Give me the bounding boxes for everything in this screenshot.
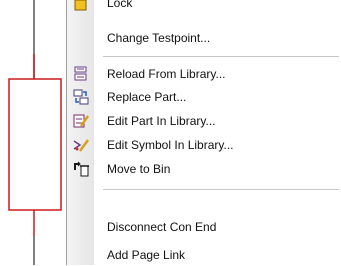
menu-item-reload-from-library[interactable]: Reload From Library... [67, 63, 341, 85]
menu-item-lock[interactable]: Lock [67, 0, 341, 14]
move-to-bin-icon [72, 160, 90, 178]
menu-item-add-page-link[interactable]: Add Page Link [67, 244, 341, 266]
edit-symbol-icon [72, 136, 90, 154]
menu-item-label: Add Page Link [107, 248, 186, 262]
menu-item-label: Lock [107, 0, 133, 10]
context-menu: Lock Change Testpoint... Reload From Lib… [66, 0, 341, 265]
reload-library-icon [72, 65, 90, 83]
menu-separator [103, 189, 339, 191]
edit-part-icon [72, 112, 90, 130]
menu-separator [103, 56, 339, 58]
menu-item-label: Replace Part... [107, 90, 187, 104]
menu-item-label: Edit Symbol In Library... [107, 138, 234, 152]
menu-item-label: Reload From Library... [107, 67, 226, 81]
menu-item-replace-part[interactable]: Replace Part... [67, 86, 341, 108]
menu-item-disconnect-con-end[interactable]: Disconnect Con End [67, 216, 341, 238]
component-body[interactable] [8, 78, 62, 211]
menu-item-edit-part-in-library[interactable]: Edit Part In Library... [67, 110, 341, 132]
menu-item-label: Edit Part In Library... [107, 114, 216, 128]
menu-item-move-to-bin[interactable]: Move to Bin [67, 158, 341, 180]
menu-item-label: Disconnect Con End [107, 220, 217, 234]
lock-icon [72, 0, 90, 12]
menu-item-edit-symbol-in-library[interactable]: Edit Symbol In Library... [67, 134, 341, 156]
menu-item-change-testpoint[interactable]: Change Testpoint... [67, 27, 341, 49]
replace-part-icon [72, 88, 90, 106]
menu-item-label: Change Testpoint... [107, 31, 211, 45]
menu-item-label: Move to Bin [107, 162, 171, 176]
schematic-canvas[interactable] [0, 0, 66, 265]
